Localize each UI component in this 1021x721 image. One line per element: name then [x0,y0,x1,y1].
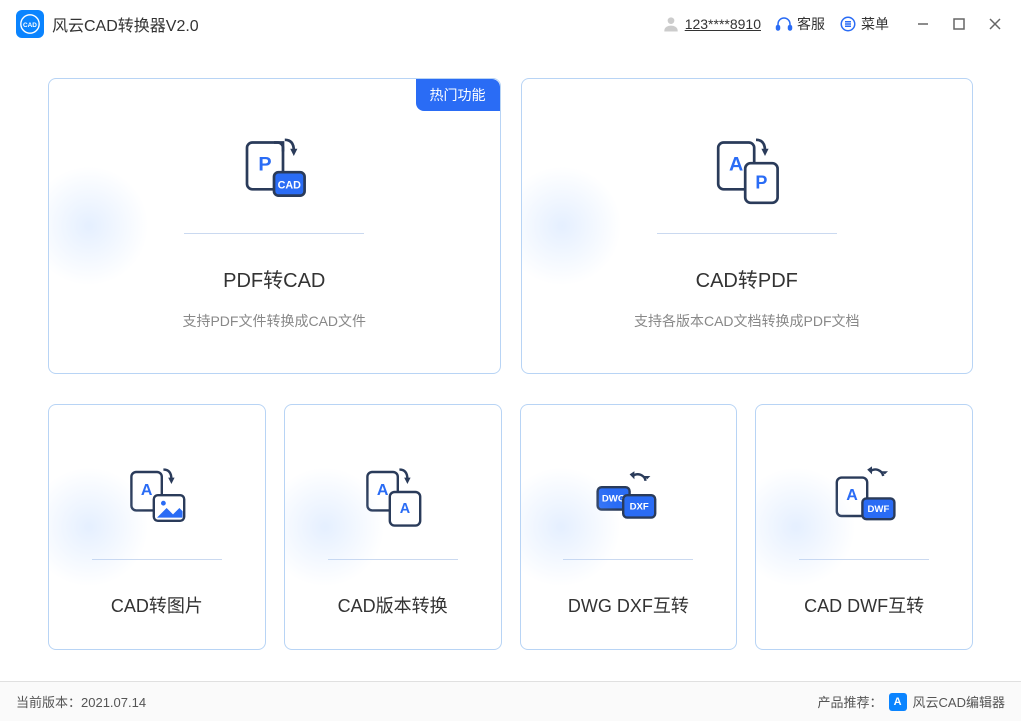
card-dwg-dxf[interactable]: DWG DXF DWG DXF互转 [520,404,738,650]
dwg-dxf-icon: DWG DXF [588,455,668,545]
card-title: CAD转PDF [696,264,798,293]
cad-to-pdf-icon: A P [702,129,792,219]
card-title: CAD转图片 [111,592,203,618]
svg-text:DWF: DWF [868,504,890,515]
product-recommend[interactable]: 产品推荐： A 风云CAD编辑器 [818,692,1005,711]
divider [799,559,929,560]
divider [184,233,364,234]
svg-text:A: A [399,501,410,517]
menu-label: 菜单 [861,14,889,34]
card-desc: 支持各版本CAD文档转换成PDF文档 [634,311,860,331]
titlebar: CAD 风云CAD转换器V2.0 123****8910 [0,0,1021,48]
menu-icon [839,15,857,33]
avatar-icon [661,14,681,34]
titlebar-left: CAD 风云CAD转换器V2.0 [16,10,199,38]
cad-version-icon: A A [353,455,433,545]
customer-service-label: 客服 [797,14,825,34]
card-desc: 支持PDF文件转换成CAD文件 [182,311,366,331]
card-cad-to-image[interactable]: A CAD转图片 [48,404,266,650]
divider [657,233,837,234]
card-title: CAD DWF互转 [804,592,924,618]
recommend-product-name: 风云CAD编辑器 [913,692,1005,711]
footer: 当前版本：2021.07.14 产品推荐： A 风云CAD编辑器 [0,681,1021,721]
version-info: 当前版本：2021.07.14 [16,692,146,711]
svg-text:P: P [259,153,272,175]
divider [328,559,458,560]
menu-button[interactable]: 菜单 [839,14,889,34]
headset-icon [775,15,793,33]
card-cad-version[interactable]: A A CAD版本转换 [284,404,502,650]
card-cad-to-pdf[interactable]: A P CAD转PDF 支持各版本CAD文档转换成PDF文档 [521,78,974,374]
recommend-logo-icon: A [889,693,907,711]
divider [563,559,693,560]
hot-badge: 热门功能 [416,79,500,111]
svg-text:A: A [729,153,743,175]
card-title: PDF转CAD [223,264,325,293]
card-title: CAD版本转换 [338,592,448,618]
version-label: 当前版本： [16,695,81,710]
cards-top-row: 热门功能 P CAD PDF转CAD 支持PDF文件转换成CAD文件 [48,78,973,374]
svg-text:DXF: DXF [630,502,649,513]
pdf-to-cad-icon: P CAD [229,129,319,219]
card-title: DWG DXF互转 [568,592,689,618]
close-button[interactable] [985,14,1005,34]
minimize-button[interactable] [913,14,933,34]
svg-text:P: P [755,172,767,192]
titlebar-right: 123****8910 客服 [661,14,1005,34]
card-pdf-to-cad[interactable]: 热门功能 P CAD PDF转CAD 支持PDF文件转换成CAD文件 [48,78,501,374]
svg-text:A: A [846,487,858,504]
app-title: 风云CAD转换器V2.0 [52,12,199,36]
user-id-label: 123****8910 [685,16,761,32]
card-cad-dwf[interactable]: A DWF CAD DWF互转 [755,404,973,650]
cad-dwf-icon: A DWF [824,455,904,545]
recommend-label: 产品推荐： [818,692,883,711]
svg-text:CAD: CAD [278,179,302,191]
window-controls [913,14,1005,34]
customer-service-button[interactable]: 客服 [775,14,825,34]
main-content: 热门功能 P CAD PDF转CAD 支持PDF文件转换成CAD文件 [0,48,1021,681]
cad-to-image-icon: A [117,455,197,545]
cards-bottom-row: A CAD转图片 A [48,404,973,650]
maximize-button[interactable] [949,14,969,34]
app-window: CAD 风云CAD转换器V2.0 123****8910 [0,0,1021,721]
version-value: 2021.07.14 [81,695,146,710]
user-account[interactable]: 123****8910 [661,14,761,34]
svg-text:CAD: CAD [23,22,37,29]
svg-text:DWG: DWG [602,494,625,505]
app-logo-icon: CAD [16,10,44,38]
svg-text:A: A [141,482,153,499]
svg-text:A: A [376,482,388,499]
divider [92,559,222,560]
